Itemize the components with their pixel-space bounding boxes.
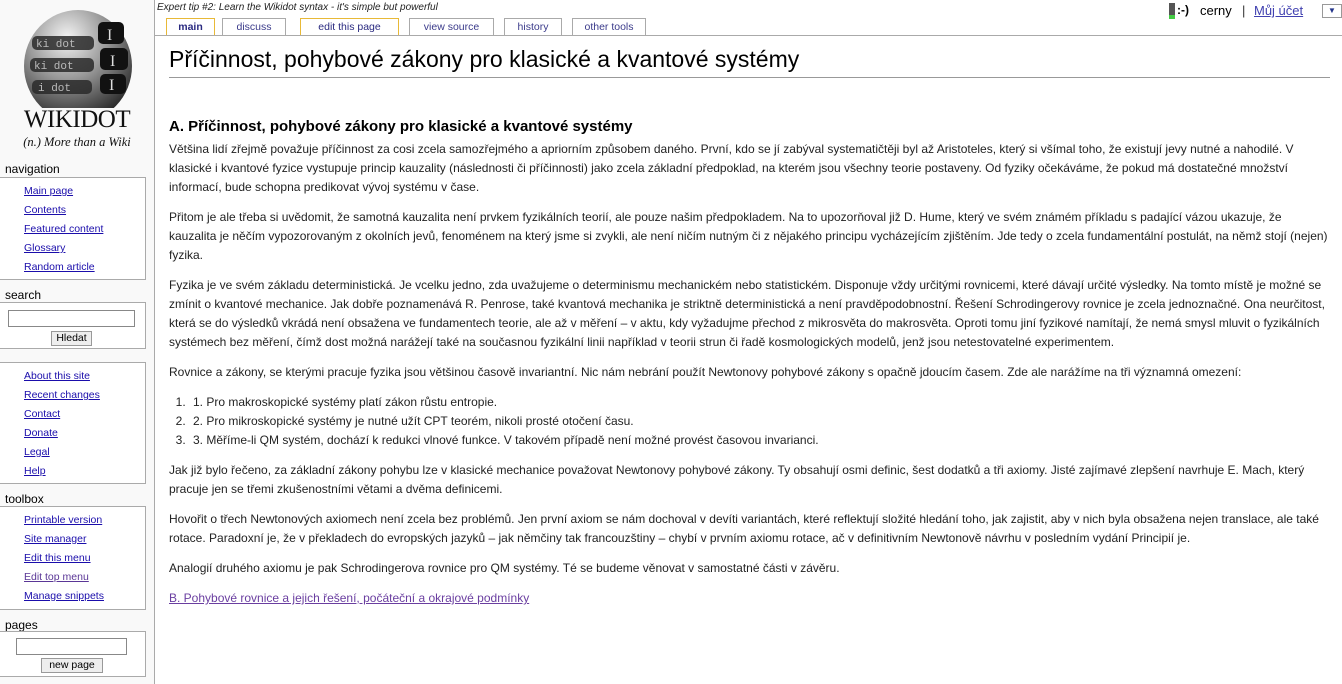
new-page-input[interactable]	[16, 638, 127, 655]
info-box: About this site Recent changes Contact D…	[0, 362, 146, 484]
paragraph: Rovnice a zákony, se kterými pracuje fyz…	[169, 365, 1242, 379]
tab-view-source[interactable]: view source	[409, 18, 494, 36]
tab-edit-this-page[interactable]: edit this page	[300, 18, 399, 36]
limitations-list: 1. Pro makroskopické systémy platí zákon…	[169, 393, 1332, 450]
nav-link[interactable]: Random article	[24, 261, 95, 273]
info-link[interactable]: Contact	[24, 408, 60, 420]
toolbox-link[interactable]: Edit this menu	[24, 552, 91, 564]
header-rule	[155, 35, 1342, 36]
connection-status-icon	[1169, 3, 1175, 19]
nav-item-main-page[interactable]: Main page	[0, 182, 145, 201]
new-page-button[interactable]: new page	[41, 658, 103, 673]
svg-text:I: I	[107, 27, 112, 44]
info-link[interactable]: Help	[24, 465, 46, 477]
nav-link[interactable]: Contents	[24, 204, 66, 216]
tab-history[interactable]: history	[504, 18, 562, 36]
section-heading: A. Příčinnost, pohybové zákony pro klasi…	[169, 118, 633, 135]
wikidot-logo[interactable]: I I I ki dot ki dot i dot WIKIDOT (n.) M…	[12, 2, 142, 154]
logo-tagline: (n.) More than a Wiki	[23, 135, 131, 149]
svg-text:ki dot: ki dot	[36, 39, 76, 51]
info-item-donate[interactable]: Donate	[0, 424, 145, 443]
toolbox-link[interactable]: Edit top menu	[24, 571, 89, 583]
globe-logo-icon: I I I ki dot ki dot i dot	[24, 10, 132, 108]
sidebar-divider	[154, 0, 155, 684]
list-item: 3. Měříme-li QM systém, dochází k redukc…	[189, 431, 1332, 450]
toolbox-item-printable[interactable]: Printable version	[0, 511, 145, 530]
search-title: search	[5, 288, 42, 302]
toolbox-item-site-manager[interactable]: Site manager	[0, 530, 145, 549]
expert-tip: Expert tip #2: Learn the Wikidot syntax …	[157, 2, 438, 13]
svg-text:I: I	[109, 77, 114, 94]
info-link[interactable]: Donate	[24, 427, 58, 439]
navigation-box: Main page Contents Featured content Glos…	[0, 177, 146, 280]
next-section-paragraph: B. Pohybové rovnice a jejich řešení, poč…	[169, 589, 1332, 608]
toolbox-item-manage-snippets[interactable]: Manage snippets	[0, 587, 145, 606]
info-item-legal[interactable]: Legal	[0, 443, 145, 462]
separator: |	[1242, 3, 1246, 18]
nav-link[interactable]: Main page	[24, 185, 73, 197]
paragraph: Přitom je ale třeba si uvědomit, že samo…	[169, 210, 1328, 262]
paragraph: Většina lidí zřejmě považuje příčinnost …	[169, 142, 1294, 194]
list-item: 2. Pro mikroskopické systémy je nutné už…	[189, 412, 1332, 431]
paragraph: Jak již bylo řečeno, za základní zákony …	[169, 463, 1305, 496]
svg-text:ki dot: ki dot	[34, 61, 74, 73]
username: cerny	[1200, 3, 1232, 18]
tab-other-tools[interactable]: other tools	[572, 18, 646, 36]
svg-text:i dot: i dot	[38, 83, 71, 95]
search-button[interactable]: Hledat	[51, 331, 92, 346]
info-item-help[interactable]: Help	[0, 462, 145, 481]
nav-link[interactable]: Featured content	[24, 223, 103, 235]
navigation-title: navigation	[5, 162, 60, 176]
toolbox-item-edit-top-menu[interactable]: Edit top menu	[0, 568, 145, 587]
toolbox-item-edit-menu[interactable]: Edit this menu	[0, 549, 145, 568]
my-account-link[interactable]: Můj účet	[1254, 3, 1303, 18]
paragraph: Analogií druhého axiomu je pak Schroding…	[169, 561, 840, 575]
page-title: Příčinnost, pohybové zákony pro klasické…	[169, 46, 800, 72]
list-item: 1. Pro makroskopické systémy platí zákon…	[189, 393, 1332, 412]
tab-discuss[interactable]: discuss	[222, 18, 286, 36]
info-link[interactable]: Recent changes	[24, 389, 100, 401]
account-dropdown-button[interactable]: ▼	[1322, 4, 1342, 18]
nav-item-featured-content[interactable]: Featured content	[0, 220, 145, 239]
search-box: Hledat	[0, 302, 146, 349]
info-item-contact[interactable]: Contact	[0, 405, 145, 424]
nav-item-glossary[interactable]: Glossary	[0, 239, 145, 258]
toolbox-link[interactable]: Manage snippets	[24, 590, 104, 602]
smiley-icon: :-)	[1177, 3, 1189, 17]
toolbox-box: Printable version Site manager Edit this…	[0, 506, 146, 610]
info-link[interactable]: Legal	[24, 446, 50, 458]
sidebar: I I I ki dot ki dot i dot WIKIDOT (n.) M…	[0, 0, 154, 684]
logo-wordmark: WIKIDOT	[23, 106, 131, 133]
toolbox-link[interactable]: Printable version	[24, 514, 102, 526]
nav-link[interactable]: Glossary	[24, 242, 65, 254]
paragraph: Fyzika je ve svém základu deterministick…	[169, 278, 1325, 349]
svg-text:I: I	[110, 53, 115, 70]
chevron-down-icon: ▼	[1328, 6, 1336, 15]
next-section-link[interactable]: B. Pohybové rovnice a jejich řešení, poč…	[169, 591, 529, 605]
nav-item-contents[interactable]: Contents	[0, 201, 145, 220]
nav-item-random-article[interactable]: Random article	[0, 258, 145, 277]
user-bar: :-) cerny | Můj účet ▼	[1152, 0, 1342, 22]
pages-box: new page	[0, 631, 146, 677]
toolbox-link[interactable]: Site manager	[24, 533, 86, 545]
title-rule	[169, 77, 1330, 78]
pages-title: pages	[5, 618, 38, 632]
info-item-about[interactable]: About this site	[0, 367, 145, 386]
paragraph: Hovořit o třech Newtonových axiomech nen…	[169, 512, 1319, 545]
toolbox-title: toolbox	[5, 492, 44, 506]
tab-main[interactable]: main	[166, 18, 215, 36]
search-input[interactable]	[8, 310, 135, 327]
info-link[interactable]: About this site	[24, 370, 90, 382]
info-item-recent-changes[interactable]: Recent changes	[0, 386, 145, 405]
page-content: A. Příčinnost, pohybové zákony pro klasi…	[169, 118, 1332, 619]
